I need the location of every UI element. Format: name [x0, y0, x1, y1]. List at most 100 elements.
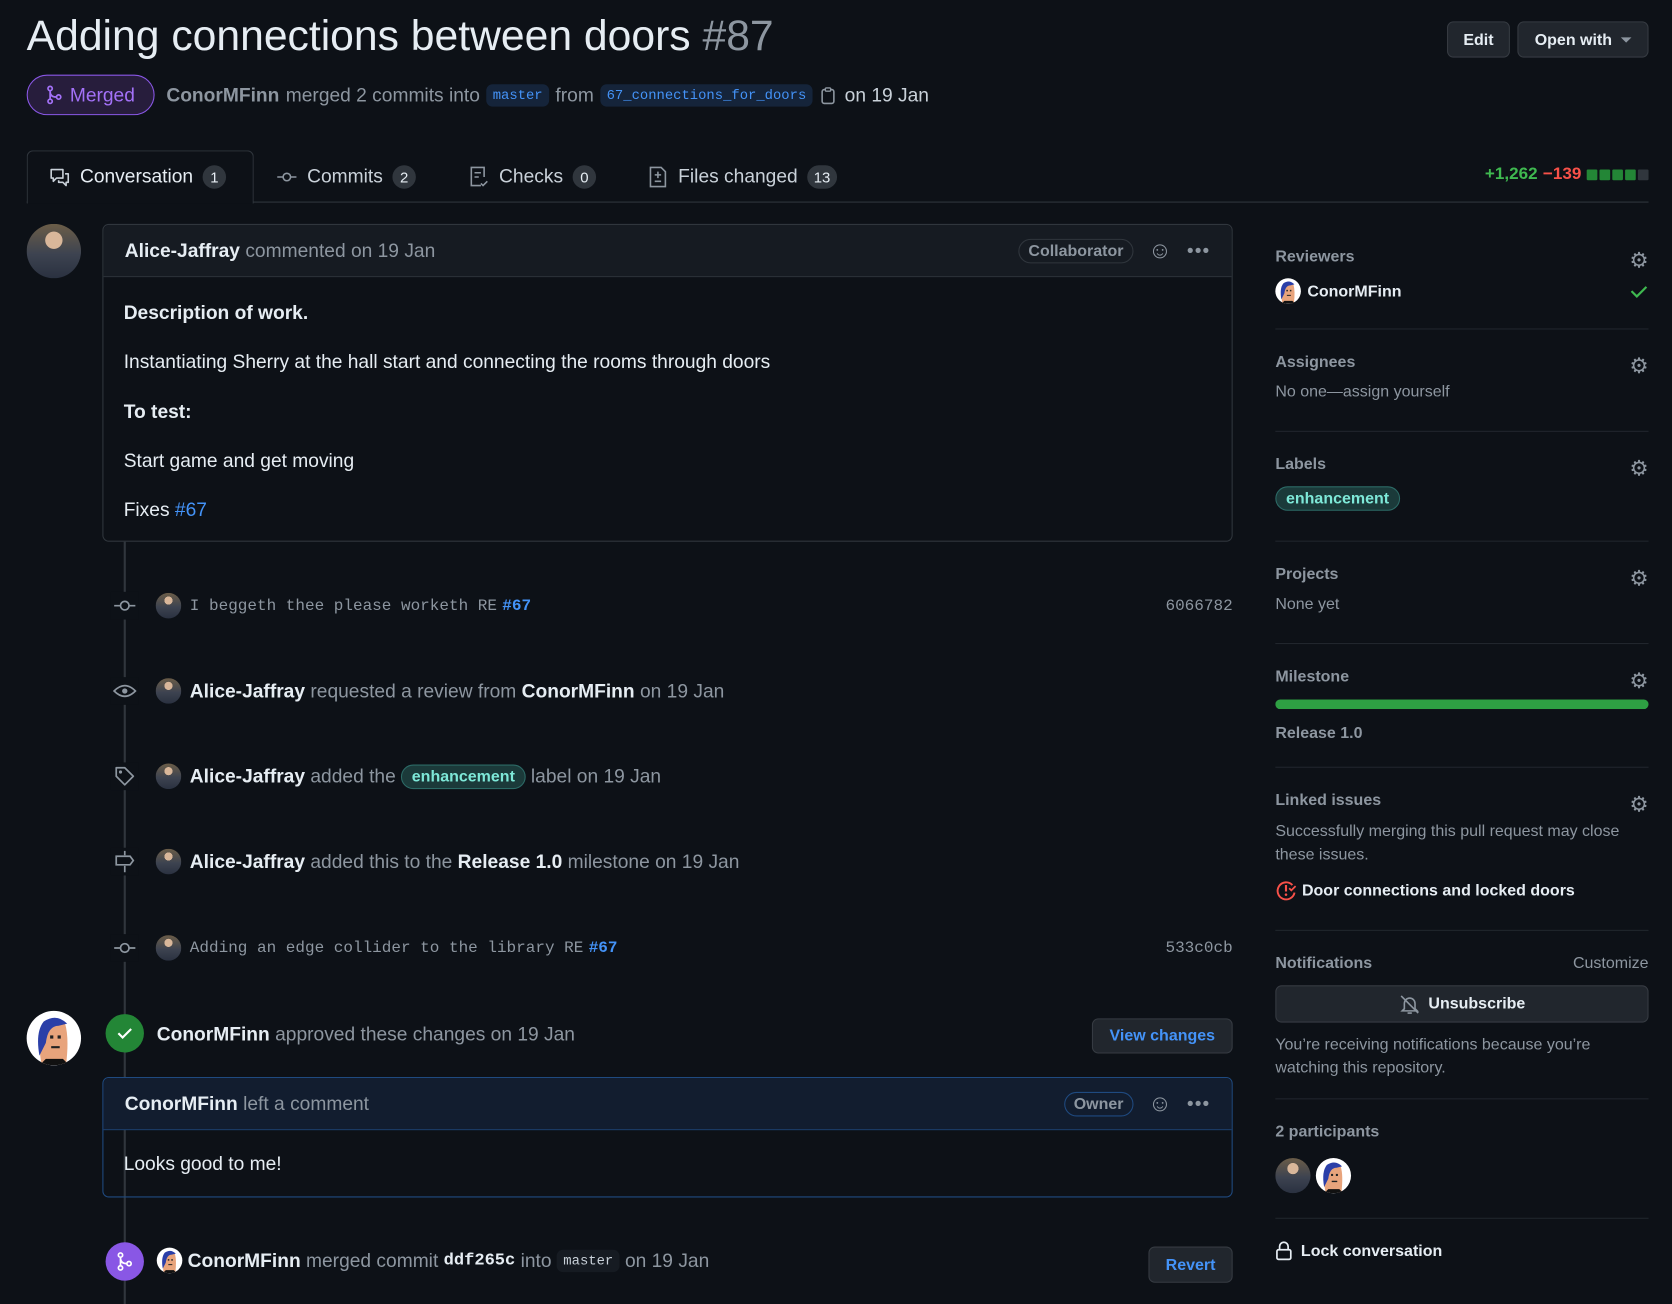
sidebar-linked-issues: Linked issues ⚙ Successfully merging thi…	[1275, 791, 1649, 901]
head-branch[interactable]: 67_connections_for_doors	[600, 84, 813, 107]
tab-count: 0	[572, 164, 597, 189]
gear-icon[interactable]: ⚙	[1629, 353, 1648, 380]
event-text: label on 19 Jan	[530, 765, 662, 787]
projects-value: None yet	[1275, 595, 1340, 614]
actor-link[interactable]: ConorMFinn	[188, 1249, 301, 1271]
body-heading: To test:	[123, 400, 192, 423]
pr-title: Adding connections between doors	[26, 12, 691, 60]
tab-conversation[interactable]: Conversation 1	[49, 150, 227, 202]
tab-files-changed[interactable]: Files changed 13	[647, 150, 837, 202]
page-title: Adding connections between doors #87	[27, 13, 774, 61]
issue-link[interactable]: #67	[502, 597, 531, 615]
sidebar-projects: Projects ⚙ None yet	[1275, 565, 1648, 616]
diffstat-block	[1612, 169, 1623, 181]
milestone-link[interactable]: Release 1.0	[458, 850, 563, 872]
commit-sha[interactable]: ddf265c	[444, 1251, 516, 1270]
assign-yourself-link[interactable]: No one—assign yourself	[1275, 381, 1648, 404]
comment-discussion-icon	[50, 168, 70, 186]
comment-body: Looks good to me!	[123, 1152, 282, 1175]
kebab-menu-icon[interactable]: •••	[1187, 1092, 1210, 1114]
kebab-menu-icon[interactable]: •••	[1187, 239, 1210, 261]
customize-link[interactable]: Customize	[1573, 952, 1649, 975]
issue-link[interactable]: #67	[589, 939, 618, 957]
commit-message[interactable]: I beggeth thee please worketh RE	[190, 597, 497, 615]
reviewer-link[interactable]: ConorMFinn	[522, 680, 635, 702]
unsubscribe-label: Unsubscribe	[1428, 994, 1526, 1014]
commit-sha[interactable]: 533c0cb	[1165, 939, 1232, 957]
label-enhancement[interactable]: enhancement	[1275, 486, 1400, 511]
merged-event: ConorMFinn merged commit ddf265c into ma…	[156, 1247, 710, 1274]
approved-event: ConorMFinn approved these changes on 19 …	[157, 1024, 575, 1046]
gear-icon[interactable]: ⚙	[1629, 668, 1648, 695]
actor-link[interactable]: Alice-Jaffray	[190, 765, 305, 787]
lock-icon	[1276, 1241, 1292, 1261]
gear-icon[interactable]: ⚙	[1629, 791, 1648, 818]
avatar-alice[interactable]	[155, 763, 182, 790]
event-text: requested a review from	[310, 679, 517, 702]
author-link[interactable]: ConorMFinn	[166, 84, 279, 106]
actor-link[interactable]: Alice-Jaffray	[190, 680, 305, 702]
gear-icon[interactable]: ⚙	[1629, 565, 1648, 592]
section-title: 2 participants	[1275, 1122, 1380, 1141]
avatar-alice[interactable]	[155, 848, 182, 875]
revert-button[interactable]: Revert	[1148, 1246, 1233, 1283]
actor-link[interactable]: Alice-Jaffray	[190, 850, 305, 872]
avatar-alice[interactable]	[155, 935, 182, 961]
commit-message[interactable]: Adding an edge collider to the library R…	[190, 939, 584, 957]
tab-count: 2	[392, 164, 416, 189]
bell-slash-icon	[1399, 994, 1419, 1014]
comment-author[interactable]: ConorMFinn	[125, 1092, 238, 1114]
tab-checks[interactable]: Checks 0	[468, 150, 597, 202]
section-title: Reviewers	[1275, 247, 1355, 266]
avatar-alice[interactable]	[155, 592, 182, 619]
open-with-button[interactable]: Open with	[1517, 21, 1649, 58]
sidebar-reviewers: Reviewers ⚙ ConorMFinn	[1275, 247, 1649, 304]
diffstat-block	[1637, 169, 1649, 181]
edit-button[interactable]: Edit	[1447, 21, 1510, 58]
event-date[interactable]: on 19 Jan	[640, 680, 724, 702]
diffstat-block	[1625, 169, 1636, 181]
smiley-icon[interactable]: ☺	[1148, 1090, 1172, 1118]
section-title: Assignees	[1275, 352, 1356, 372]
linked-issue-link[interactable]: Door connections and locked doors	[1302, 881, 1575, 899]
smiley-icon[interactable]: ☺	[1148, 237, 1172, 265]
base-branch[interactable]: master	[556, 1249, 620, 1272]
view-changes-button[interactable]: View changes	[1091, 1018, 1233, 1054]
avatar-alice[interactable]	[26, 223, 82, 279]
avatar-conor[interactable]	[1275, 278, 1301, 304]
avatar-conor[interactable]	[26, 1010, 82, 1066]
merge-summary: ConorMFinn merged 2 commits into master …	[166, 84, 929, 107]
unsubscribe-button[interactable]: Unsubscribe	[1275, 985, 1649, 1023]
issue-link[interactable]: #67	[175, 499, 207, 520]
milestone-link[interactable]: Release 1.0	[1275, 724, 1648, 742]
lock-conversation-link[interactable]: Lock conversation	[1275, 1240, 1648, 1261]
gear-icon[interactable]: ⚙	[1629, 247, 1648, 274]
collaborator-badge: Collaborator	[1018, 238, 1134, 263]
sidebar-participants: 2 participants	[1275, 1122, 1648, 1194]
diffstat-block	[1599, 169, 1611, 181]
tab-commits[interactable]: Commits 2	[276, 150, 416, 202]
avatar-conor[interactable]	[156, 1247, 183, 1274]
label-enhancement[interactable]: enhancement	[401, 764, 526, 789]
issue-closed-icon	[1276, 881, 1297, 901]
comment-timestamp[interactable]: commented on 19 Jan	[245, 239, 435, 261]
comment-author[interactable]: Alice-Jaffray	[125, 239, 240, 261]
gear-icon[interactable]: ⚙	[1629, 455, 1648, 482]
participant-avatar-alice[interactable]	[1275, 1158, 1311, 1194]
pr-number: #87	[702, 12, 774, 60]
participant-avatar-conor[interactable]	[1315, 1158, 1352, 1194]
merge-icon	[47, 85, 63, 105]
sidebar-assignees: Assignees ⚙ No one—assign yourself	[1275, 353, 1648, 404]
copy-icon[interactable]	[819, 86, 838, 105]
commit-sha[interactable]: 6066782	[1165, 597, 1232, 615]
base-branch[interactable]: master	[486, 84, 550, 107]
reviewer-name[interactable]: ConorMFinn	[1307, 282, 1401, 300]
section-title: Labels	[1275, 455, 1327, 474]
diffstat-block	[1586, 169, 1598, 181]
sidebar-notifications: Notifications Customize Unsubscribe You’…	[1275, 952, 1649, 1080]
actor-link[interactable]: ConorMFinn	[157, 1024, 270, 1045]
comment-header: ConorMFinn left a comment Owner ☺ •••	[103, 1078, 1232, 1131]
avatar-alice[interactable]	[155, 678, 182, 704]
git-commit-icon	[277, 171, 297, 182]
event-date[interactable]: on 19 Jan	[625, 1249, 709, 1271]
